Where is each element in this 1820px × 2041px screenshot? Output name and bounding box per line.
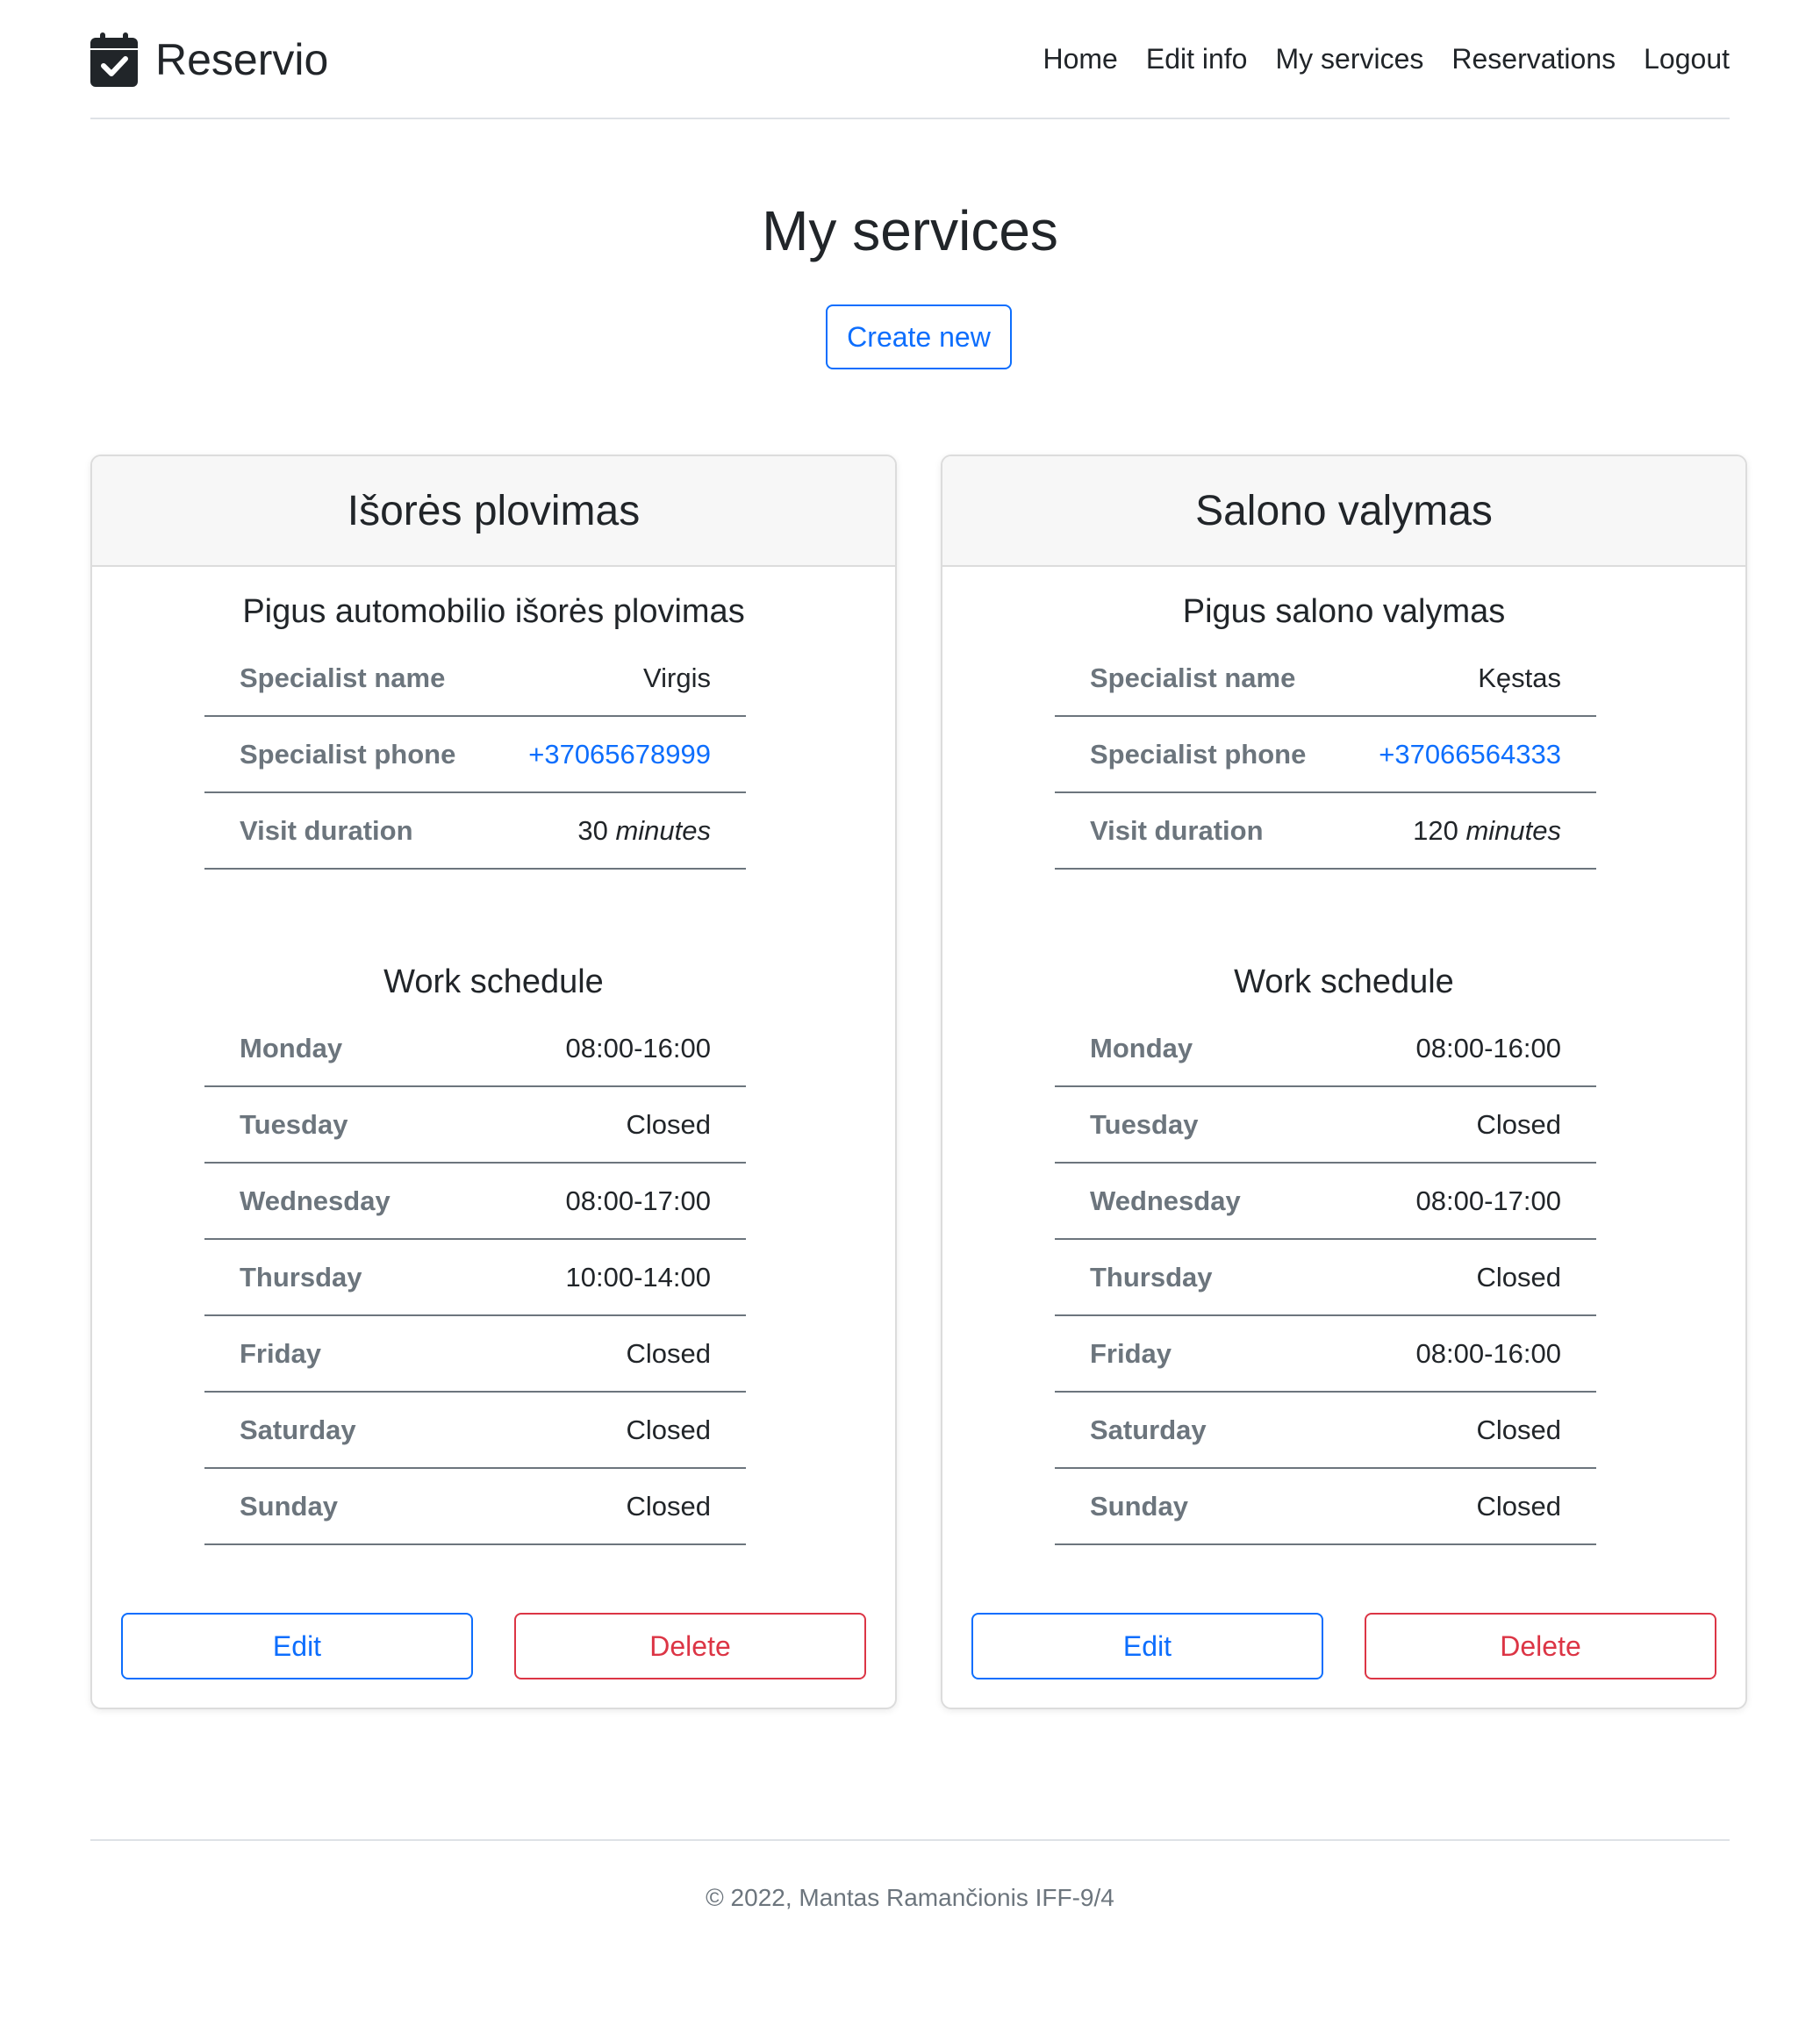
info-row: Specialist name Kęstas bbox=[1055, 641, 1596, 717]
page-title: My services bbox=[762, 199, 1058, 262]
service-info-table: Specialist name Virgis Specialist phone … bbox=[204, 641, 746, 870]
delete-button[interactable]: Delete bbox=[514, 1613, 866, 1679]
info-row: Specialist phone +37065678999 bbox=[204, 717, 746, 793]
schedule-hours: 08:00-16:00 bbox=[1415, 1032, 1561, 1063]
schedule-day: Saturday bbox=[1090, 1414, 1207, 1445]
schedule-hours: 10:00-14:00 bbox=[565, 1261, 711, 1293]
card-actions: Edit Delete bbox=[121, 1613, 866, 1679]
brand-name: Reservio bbox=[155, 35, 329, 84]
schedule-hours: Closed bbox=[626, 1490, 712, 1522]
info-label: Specialist phone bbox=[240, 738, 456, 770]
schedule-hours: Closed bbox=[626, 1108, 712, 1140]
schedule-day: Tuesday bbox=[1090, 1108, 1199, 1140]
info-row: Visit duration 30 minutes bbox=[204, 793, 746, 870]
schedule-day: Sunday bbox=[240, 1490, 338, 1522]
brand[interactable]: Reservio bbox=[90, 32, 328, 87]
schedule-row: Sunday Closed bbox=[204, 1469, 746, 1545]
service-card-title: Salono valymas bbox=[942, 456, 1745, 567]
duration-unit: minutes bbox=[1465, 814, 1561, 846]
schedule-day: Friday bbox=[1090, 1337, 1172, 1369]
info-label: Specialist phone bbox=[1090, 738, 1307, 770]
main-nav: Home Edit info My services Reservations … bbox=[1043, 43, 1730, 75]
service-card: Išorės plovimas Pigus automobilio išorės… bbox=[90, 455, 897, 1709]
schedule-hours: 08:00-16:00 bbox=[565, 1032, 711, 1063]
info-label: Visit duration bbox=[1090, 814, 1264, 846]
info-label: Specialist name bbox=[1090, 662, 1296, 693]
service-info-table: Specialist name Kęstas Specialist phone … bbox=[1055, 641, 1596, 870]
schedule-day: Tuesday bbox=[240, 1108, 348, 1140]
schedule-row: Thursday Closed bbox=[1055, 1240, 1596, 1316]
schedule-day: Monday bbox=[1090, 1032, 1193, 1063]
duration-unit: minutes bbox=[615, 814, 711, 846]
schedule-day: Saturday bbox=[240, 1414, 356, 1445]
schedule-hours: Closed bbox=[1476, 1108, 1562, 1140]
schedule-row: Sunday Closed bbox=[1055, 1469, 1596, 1545]
edit-button[interactable]: Edit bbox=[971, 1613, 1323, 1679]
info-label: Specialist name bbox=[240, 662, 446, 693]
page: Reservio Home Edit info My services Rese… bbox=[0, 0, 1820, 2041]
schedule-row: Monday 08:00-16:00 bbox=[204, 1011, 746, 1087]
schedule-day: Wednesday bbox=[240, 1185, 391, 1216]
info-row: Specialist name Virgis bbox=[204, 641, 746, 717]
nav-my-services[interactable]: My services bbox=[1275, 43, 1423, 75]
schedule-row: Friday 08:00-16:00 bbox=[1055, 1316, 1596, 1393]
schedule-row: Tuesday Closed bbox=[204, 1087, 746, 1164]
visit-duration: 30 minutes bbox=[577, 815, 711, 847]
schedule-hours: Closed bbox=[1476, 1414, 1562, 1445]
service-description: Pigus automobilio išorės plovimas bbox=[242, 593, 745, 630]
schedule-day: Sunday bbox=[1090, 1490, 1188, 1522]
schedule-hours: Closed bbox=[1476, 1261, 1562, 1293]
schedule-hours: 08:00-16:00 bbox=[1415, 1337, 1561, 1369]
schedule-row: Saturday Closed bbox=[1055, 1393, 1596, 1469]
schedule-day: Monday bbox=[240, 1032, 343, 1063]
schedule-day: Wednesday bbox=[1090, 1185, 1241, 1216]
schedule-day: Friday bbox=[240, 1337, 322, 1369]
schedule-hours: Closed bbox=[626, 1414, 712, 1445]
schedule-table: Monday 08:00-16:00 Tuesday Closed Wednesda… bbox=[1055, 1011, 1596, 1545]
specialist-name: Virgis bbox=[643, 662, 711, 693]
schedule-hours: 08:00-17:00 bbox=[1415, 1185, 1561, 1216]
schedule-row: Thursday 10:00-14:00 bbox=[204, 1240, 746, 1316]
schedule-row: Saturday Closed bbox=[204, 1393, 746, 1469]
service-description: Pigus salono valymas bbox=[1182, 593, 1506, 630]
info-row: Specialist phone +37066564333 bbox=[1055, 717, 1596, 793]
schedule-hours: Closed bbox=[626, 1337, 712, 1369]
schedule-row: Wednesday 08:00-17:00 bbox=[204, 1164, 746, 1240]
service-card-title: Išorės plovimas bbox=[92, 456, 895, 567]
info-row: Visit duration 120 minutes bbox=[1055, 793, 1596, 870]
nav-reservations[interactable]: Reservations bbox=[1451, 43, 1616, 75]
edit-button[interactable]: Edit bbox=[121, 1613, 473, 1679]
footer-copyright: © 2022, Mantas Ramančionis IFF-9/4 bbox=[706, 1884, 1114, 1911]
schedule-hours: 08:00-17:00 bbox=[565, 1185, 711, 1216]
visit-duration: 120 minutes bbox=[1413, 815, 1561, 847]
footer-divider bbox=[90, 1839, 1730, 1841]
schedule-day: Thursday bbox=[1090, 1261, 1213, 1293]
schedule-title: Work schedule bbox=[383, 963, 604, 1000]
duration-value: 120 bbox=[1413, 814, 1458, 846]
schedule-row: Monday 08:00-16:00 bbox=[1055, 1011, 1596, 1087]
specialist-name: Kęstas bbox=[1478, 662, 1561, 693]
schedule-row: Tuesday Closed bbox=[1055, 1087, 1596, 1164]
top-navbar: Reservio Home Edit info My services Rese… bbox=[90, 0, 1730, 119]
schedule-row: Wednesday 08:00-17:00 bbox=[1055, 1164, 1596, 1240]
schedule-table: Monday 08:00-16:00 Tuesday Closed Wednesda… bbox=[204, 1011, 746, 1545]
calendar-check-icon bbox=[90, 32, 138, 87]
card-actions: Edit Delete bbox=[971, 1613, 1716, 1679]
nav-logout[interactable]: Logout bbox=[1644, 43, 1730, 75]
specialist-phone-link[interactable]: +37065678999 bbox=[528, 739, 711, 770]
specialist-phone-link[interactable]: +37066564333 bbox=[1379, 739, 1561, 770]
info-label: Visit duration bbox=[240, 814, 413, 846]
schedule-day: Thursday bbox=[240, 1261, 362, 1293]
schedule-hours: Closed bbox=[1476, 1490, 1562, 1522]
nav-edit-info[interactable]: Edit info bbox=[1146, 43, 1248, 75]
schedule-title: Work schedule bbox=[1234, 963, 1454, 1000]
create-new-button[interactable]: Create new bbox=[826, 304, 1012, 369]
duration-value: 30 bbox=[577, 814, 608, 846]
nav-home[interactable]: Home bbox=[1043, 43, 1117, 75]
service-card: Salono valymas Pigus salono valymas Spec… bbox=[941, 455, 1747, 1709]
schedule-row: Friday Closed bbox=[204, 1316, 746, 1393]
delete-button[interactable]: Delete bbox=[1365, 1613, 1716, 1679]
